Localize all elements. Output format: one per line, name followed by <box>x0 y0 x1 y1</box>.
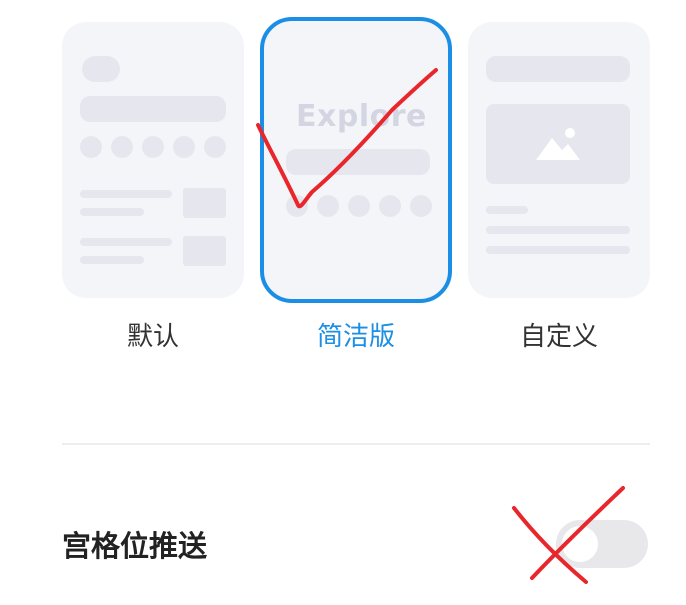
grid-push-label: 宫格位推送 <box>62 529 208 563</box>
shortcut-dot-placeholder <box>379 195 401 217</box>
text-line-placeholder <box>486 246 630 254</box>
layout-option-simple[interactable]: Explore <box>260 17 452 303</box>
grid-push-toggle[interactable] <box>556 520 648 568</box>
layout-option-default[interactable] <box>62 22 244 298</box>
news-line-placeholder <box>80 256 144 264</box>
news-line-placeholder <box>80 238 172 246</box>
explore-preview-text: Explore <box>296 99 427 134</box>
layout-label-custom[interactable]: 自定义 <box>468 316 650 353</box>
news-line-placeholder <box>80 190 172 198</box>
shortcut-dot-placeholder <box>317 195 339 217</box>
shortcut-dot-placeholder <box>410 195 432 217</box>
shortcut-dot-placeholder <box>204 136 226 158</box>
layout-settings-screen: Explore 默认 简洁版 自定义 宫格位推送 <box>0 0 686 605</box>
layout-option-custom[interactable] <box>468 22 650 298</box>
text-line-placeholder <box>486 226 630 234</box>
text-line-placeholder <box>486 206 528 214</box>
image-card-placeholder <box>486 104 630 184</box>
layout-label-default[interactable]: 默认 <box>62 316 244 353</box>
search-bar-placeholder <box>286 149 430 175</box>
image-icon <box>536 128 580 160</box>
weather-icon-placeholder <box>82 56 120 82</box>
header-bar-placeholder <box>486 56 630 82</box>
search-bar-placeholder <box>80 96 226 122</box>
shortcut-dot-placeholder <box>111 136 133 158</box>
shortcut-dot-placeholder <box>80 136 102 158</box>
news-thumb-placeholder <box>183 188 226 218</box>
shortcut-dot-placeholder <box>142 136 164 158</box>
layout-label-simple[interactable]: 简洁版 <box>265 316 447 353</box>
shortcut-dot-placeholder <box>348 195 370 217</box>
news-thumb-placeholder <box>183 236 226 266</box>
toggle-knob <box>562 526 598 562</box>
shortcut-dot-placeholder <box>286 195 308 217</box>
shortcut-dot-placeholder <box>173 136 195 158</box>
news-line-placeholder <box>80 208 144 216</box>
section-divider <box>62 443 650 445</box>
